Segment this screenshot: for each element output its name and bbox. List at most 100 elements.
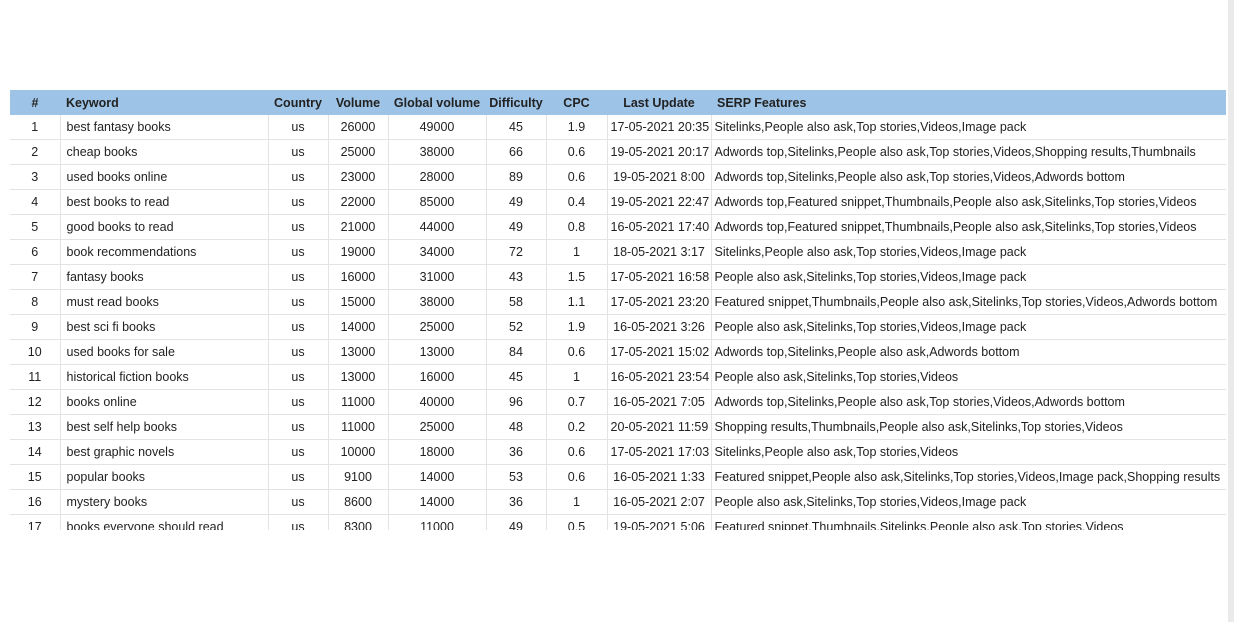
column-header-serp-features[interactable]: SERP Features <box>711 90 1226 115</box>
cell-country[interactable]: us <box>268 289 329 315</box>
cell-global-volume[interactable]: 16000 <box>388 364 487 390</box>
cell-volume[interactable]: 15000 <box>328 289 389 315</box>
cell-serp-features[interactable]: Adwords top,Featured snippet,Thumbnails,… <box>711 189 1226 215</box>
cell-country[interactable]: us <box>268 139 329 165</box>
cell-country[interactable]: us <box>268 364 329 390</box>
cell-global-volume[interactable]: 44000 <box>388 214 487 240</box>
cell-last-update[interactable]: 17-05-2021 23:20 <box>607 289 712 315</box>
cell-difficulty[interactable]: 36 <box>486 439 547 465</box>
cell-volume[interactable]: 10000 <box>328 439 389 465</box>
cell-cpc[interactable]: 1.1 <box>546 289 608 315</box>
cell-country[interactable]: us <box>268 489 329 515</box>
cell-global-volume[interactable]: 18000 <box>388 439 487 465</box>
cell-keyword[interactable]: books online <box>60 389 269 415</box>
cell-cpc[interactable]: 0.6 <box>546 339 608 365</box>
cell-rank[interactable]: 4 <box>10 189 61 215</box>
cell-global-volume[interactable]: 31000 <box>388 264 487 290</box>
cell-rank[interactable]: 13 <box>10 414 61 440</box>
cell-keyword[interactable]: used books for sale <box>60 339 269 365</box>
cell-cpc[interactable]: 1 <box>546 239 608 265</box>
cell-last-update[interactable]: 16-05-2021 3:26 <box>607 314 712 340</box>
column-header-country[interactable]: Country <box>268 90 328 115</box>
cell-serp-features[interactable]: Adwords top,Sitelinks,People also ask,To… <box>711 389 1226 415</box>
cell-difficulty[interactable]: 52 <box>486 314 547 340</box>
cell-keyword[interactable]: cheap books <box>60 139 269 165</box>
cell-cpc[interactable]: 0.5 <box>546 514 608 530</box>
cell-cpc[interactable]: 0.4 <box>546 189 608 215</box>
cell-global-volume[interactable]: 25000 <box>388 414 487 440</box>
cell-global-volume[interactable]: 25000 <box>388 314 487 340</box>
cell-volume[interactable]: 26000 <box>328 115 389 140</box>
cell-serp-features[interactable]: Sitelinks,People also ask,Top stories,Vi… <box>711 239 1226 265</box>
column-header-last-update[interactable]: Last Update <box>607 90 711 115</box>
cell-cpc[interactable]: 0.6 <box>546 164 608 190</box>
cell-global-volume[interactable]: 14000 <box>388 489 487 515</box>
cell-serp-features[interactable]: Featured snippet,Thumbnails,Sitelinks,Pe… <box>711 514 1226 530</box>
cell-serp-features[interactable]: People also ask,Sitelinks,Top stories,Vi… <box>711 489 1226 515</box>
cell-volume[interactable]: 21000 <box>328 214 389 240</box>
cell-difficulty[interactable]: 45 <box>486 115 547 140</box>
cell-difficulty[interactable]: 96 <box>486 389 547 415</box>
cell-last-update[interactable]: 18-05-2021 3:17 <box>607 239 712 265</box>
cell-volume[interactable]: 23000 <box>328 164 389 190</box>
cell-country[interactable]: us <box>268 115 329 140</box>
cell-rank[interactable]: 3 <box>10 164 61 190</box>
cell-serp-features[interactable]: People also ask,Sitelinks,Top stories,Vi… <box>711 314 1226 340</box>
cell-keyword[interactable]: mystery books <box>60 489 269 515</box>
cell-difficulty[interactable]: 45 <box>486 364 547 390</box>
cell-serp-features[interactable]: Shopping results,Thumbnails,People also … <box>711 414 1226 440</box>
cell-rank[interactable]: 7 <box>10 264 61 290</box>
cell-difficulty[interactable]: 66 <box>486 139 547 165</box>
cell-serp-features[interactable]: Sitelinks,People also ask,Top stories,Vi… <box>711 439 1226 465</box>
cell-difficulty[interactable]: 72 <box>486 239 547 265</box>
cell-country[interactable]: us <box>268 464 329 490</box>
cell-difficulty[interactable]: 84 <box>486 339 547 365</box>
column-header-global-volume[interactable]: Global volume <box>388 90 486 115</box>
cell-volume[interactable]: 11000 <box>328 389 389 415</box>
cell-country[interactable]: us <box>268 214 329 240</box>
cell-last-update[interactable]: 19-05-2021 22:47 <box>607 189 712 215</box>
cell-last-update[interactable]: 16-05-2021 7:05 <box>607 389 712 415</box>
cell-rank[interactable]: 10 <box>10 339 61 365</box>
cell-country[interactable]: us <box>268 389 329 415</box>
cell-country[interactable]: us <box>268 189 329 215</box>
cell-keyword[interactable]: good books to read <box>60 214 269 240</box>
cell-serp-features[interactable]: Adwords top,Sitelinks,People also ask,Ad… <box>711 339 1226 365</box>
cell-difficulty[interactable]: 43 <box>486 264 547 290</box>
cell-cpc[interactable]: 0.6 <box>546 439 608 465</box>
cell-volume[interactable]: 25000 <box>328 139 389 165</box>
cell-country[interactable]: us <box>268 414 329 440</box>
cell-country[interactable]: us <box>268 339 329 365</box>
cell-cpc[interactable]: 1.9 <box>546 314 608 340</box>
column-header-cpc[interactable]: CPC <box>546 90 607 115</box>
cell-keyword[interactable]: historical fiction books <box>60 364 269 390</box>
vertical-scrollbar[interactable] <box>1228 0 1234 622</box>
cell-cpc[interactable]: 1 <box>546 489 608 515</box>
cell-keyword[interactable]: book recommendations <box>60 239 269 265</box>
cell-difficulty[interactable]: 49 <box>486 214 547 240</box>
cell-keyword[interactable]: fantasy books <box>60 264 269 290</box>
cell-last-update[interactable]: 19-05-2021 20:17 <box>607 139 712 165</box>
cell-keyword[interactable]: must read books <box>60 289 269 315</box>
cell-volume[interactable]: 13000 <box>328 339 389 365</box>
cell-difficulty[interactable]: 53 <box>486 464 547 490</box>
cell-global-volume[interactable]: 38000 <box>388 139 487 165</box>
cell-global-volume[interactable]: 40000 <box>388 389 487 415</box>
cell-last-update[interactable]: 16-05-2021 2:07 <box>607 489 712 515</box>
cell-volume[interactable]: 11000 <box>328 414 389 440</box>
cell-cpc[interactable]: 1.5 <box>546 264 608 290</box>
cell-country[interactable]: us <box>268 239 329 265</box>
cell-difficulty[interactable]: 36 <box>486 489 547 515</box>
cell-keyword[interactable]: popular books <box>60 464 269 490</box>
cell-global-volume[interactable]: 14000 <box>388 464 487 490</box>
cell-global-volume[interactable]: 34000 <box>388 239 487 265</box>
cell-last-update[interactable]: 19-05-2021 8:00 <box>607 164 712 190</box>
column-header-keyword[interactable]: Keyword <box>60 90 268 115</box>
cell-serp-features[interactable]: Featured snippet,Thumbnails,People also … <box>711 289 1226 315</box>
cell-last-update[interactable]: 17-05-2021 20:35 <box>607 115 712 140</box>
cell-serp-features[interactable]: People also ask,Sitelinks,Top stories,Vi… <box>711 264 1226 290</box>
cell-difficulty[interactable]: 58 <box>486 289 547 315</box>
cell-rank[interactable]: 6 <box>10 239 61 265</box>
cell-global-volume[interactable]: 13000 <box>388 339 487 365</box>
cell-serp-features[interactable]: Featured snippet,People also ask,Sitelin… <box>711 464 1226 490</box>
